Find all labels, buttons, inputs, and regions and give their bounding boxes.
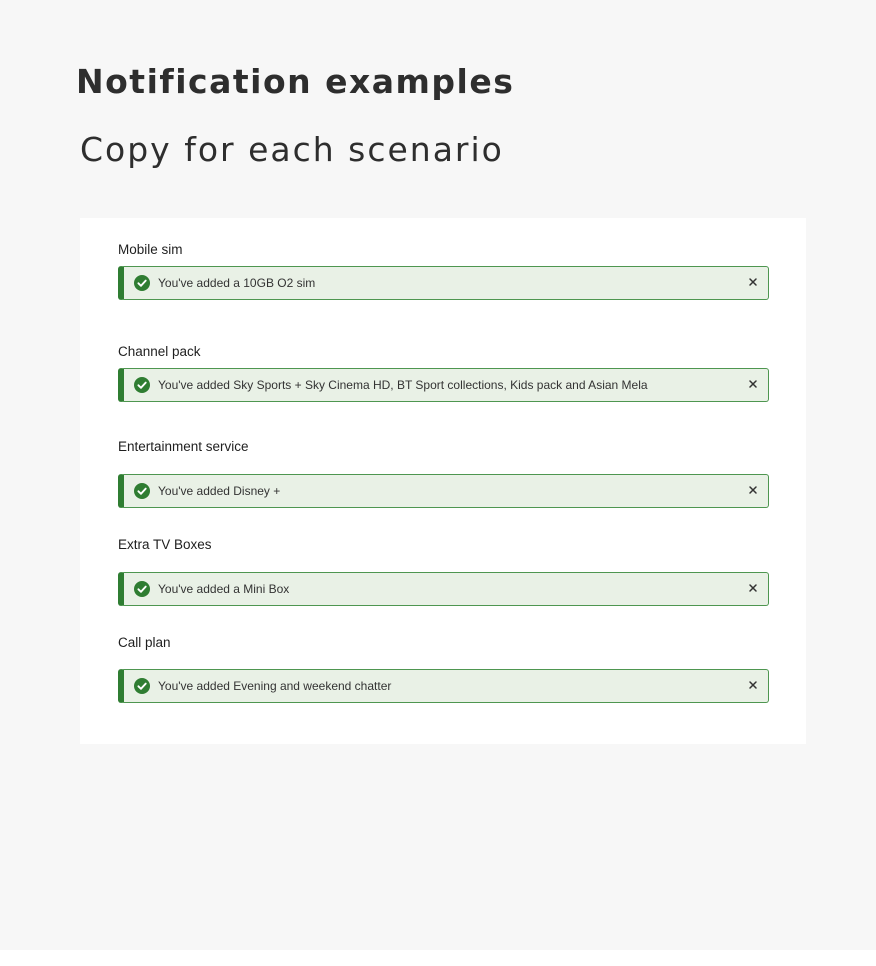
close-icon[interactable] (746, 678, 760, 692)
success-notification: You've added Sky Sports + Sky Cinema HD,… (118, 368, 769, 402)
section-label: Extra TV Boxes (118, 537, 212, 552)
check-circle-icon (134, 377, 150, 393)
success-notification: You've added Evening and weekend chatter (118, 669, 769, 703)
section-label: Mobile sim (118, 242, 183, 257)
success-notification: You've added Disney + (118, 474, 769, 508)
close-icon[interactable] (746, 581, 760, 595)
section-label: Channel pack (118, 344, 201, 359)
notification-message: You've added Evening and weekend chatter (158, 679, 392, 693)
notification-message: You've added a Mini Box (158, 582, 290, 596)
section-label: Entertainment service (118, 439, 249, 454)
check-circle-icon (134, 678, 150, 694)
close-icon[interactable] (746, 483, 760, 497)
notification-examples-card: Mobile sim You've added a 10GB O2 sim Ch… (80, 218, 806, 744)
close-icon[interactable] (746, 275, 760, 289)
close-icon[interactable] (746, 377, 760, 391)
notification-message: You've added a 10GB O2 sim (158, 276, 316, 290)
section-label: Call plan (118, 635, 171, 650)
page-title: Notification examples (76, 62, 515, 101)
success-notification: You've added a 10GB O2 sim (118, 266, 769, 300)
check-circle-icon (134, 275, 150, 291)
notification-message: You've added Disney + (158, 484, 281, 498)
check-circle-icon (134, 483, 150, 499)
check-circle-icon (134, 581, 150, 597)
notification-message: You've added Sky Sports + Sky Cinema HD,… (158, 378, 648, 392)
page-background: Notification examples Copy for each scen… (0, 0, 876, 950)
success-notification: You've added a Mini Box (118, 572, 769, 606)
page-subtitle: Copy for each scenario (80, 130, 504, 169)
